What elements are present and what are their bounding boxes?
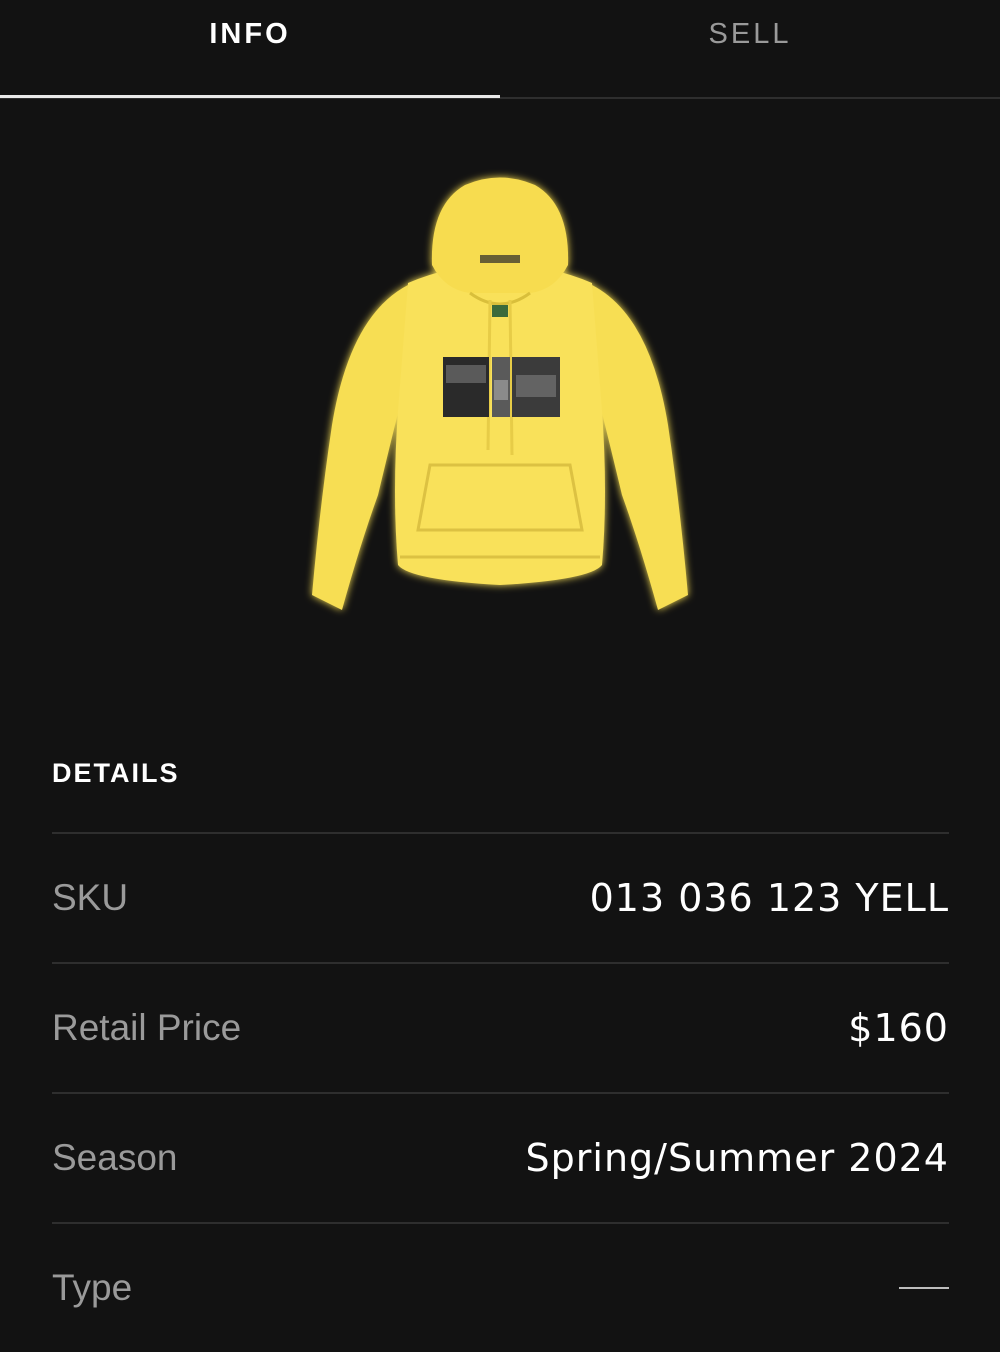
tab-bar: INFO SELL bbox=[0, 0, 1000, 100]
season-value: Spring/Summer 2024 bbox=[525, 1136, 949, 1180]
season-label: Season bbox=[52, 1137, 178, 1178]
details-list: SKU 013 036 123 YELL Retail Price $160 S… bbox=[52, 832, 949, 1352]
sku-value: 013 036 123 YELL bbox=[589, 876, 949, 920]
detail-row-retail-price: Retail Price $160 bbox=[52, 962, 949, 1092]
retail-price-label: Retail Price bbox=[52, 1007, 242, 1048]
tab-sell[interactable]: SELL bbox=[500, 0, 1000, 100]
sku-label: SKU bbox=[52, 877, 129, 918]
type-label: Type bbox=[52, 1267, 133, 1308]
tab-active-indicator bbox=[0, 95, 500, 98]
retail-price-value: $160 bbox=[848, 1006, 949, 1050]
product-image bbox=[312, 177, 688, 610]
detail-row-season: Season Spring/Summer 2024 bbox=[52, 1092, 949, 1222]
details-heading: DETAILS bbox=[52, 758, 180, 788]
type-value-empty-dash bbox=[899, 1287, 949, 1289]
detail-row-sku: SKU 013 036 123 YELL bbox=[52, 832, 949, 962]
tab-info[interactable]: INFO bbox=[0, 0, 500, 100]
